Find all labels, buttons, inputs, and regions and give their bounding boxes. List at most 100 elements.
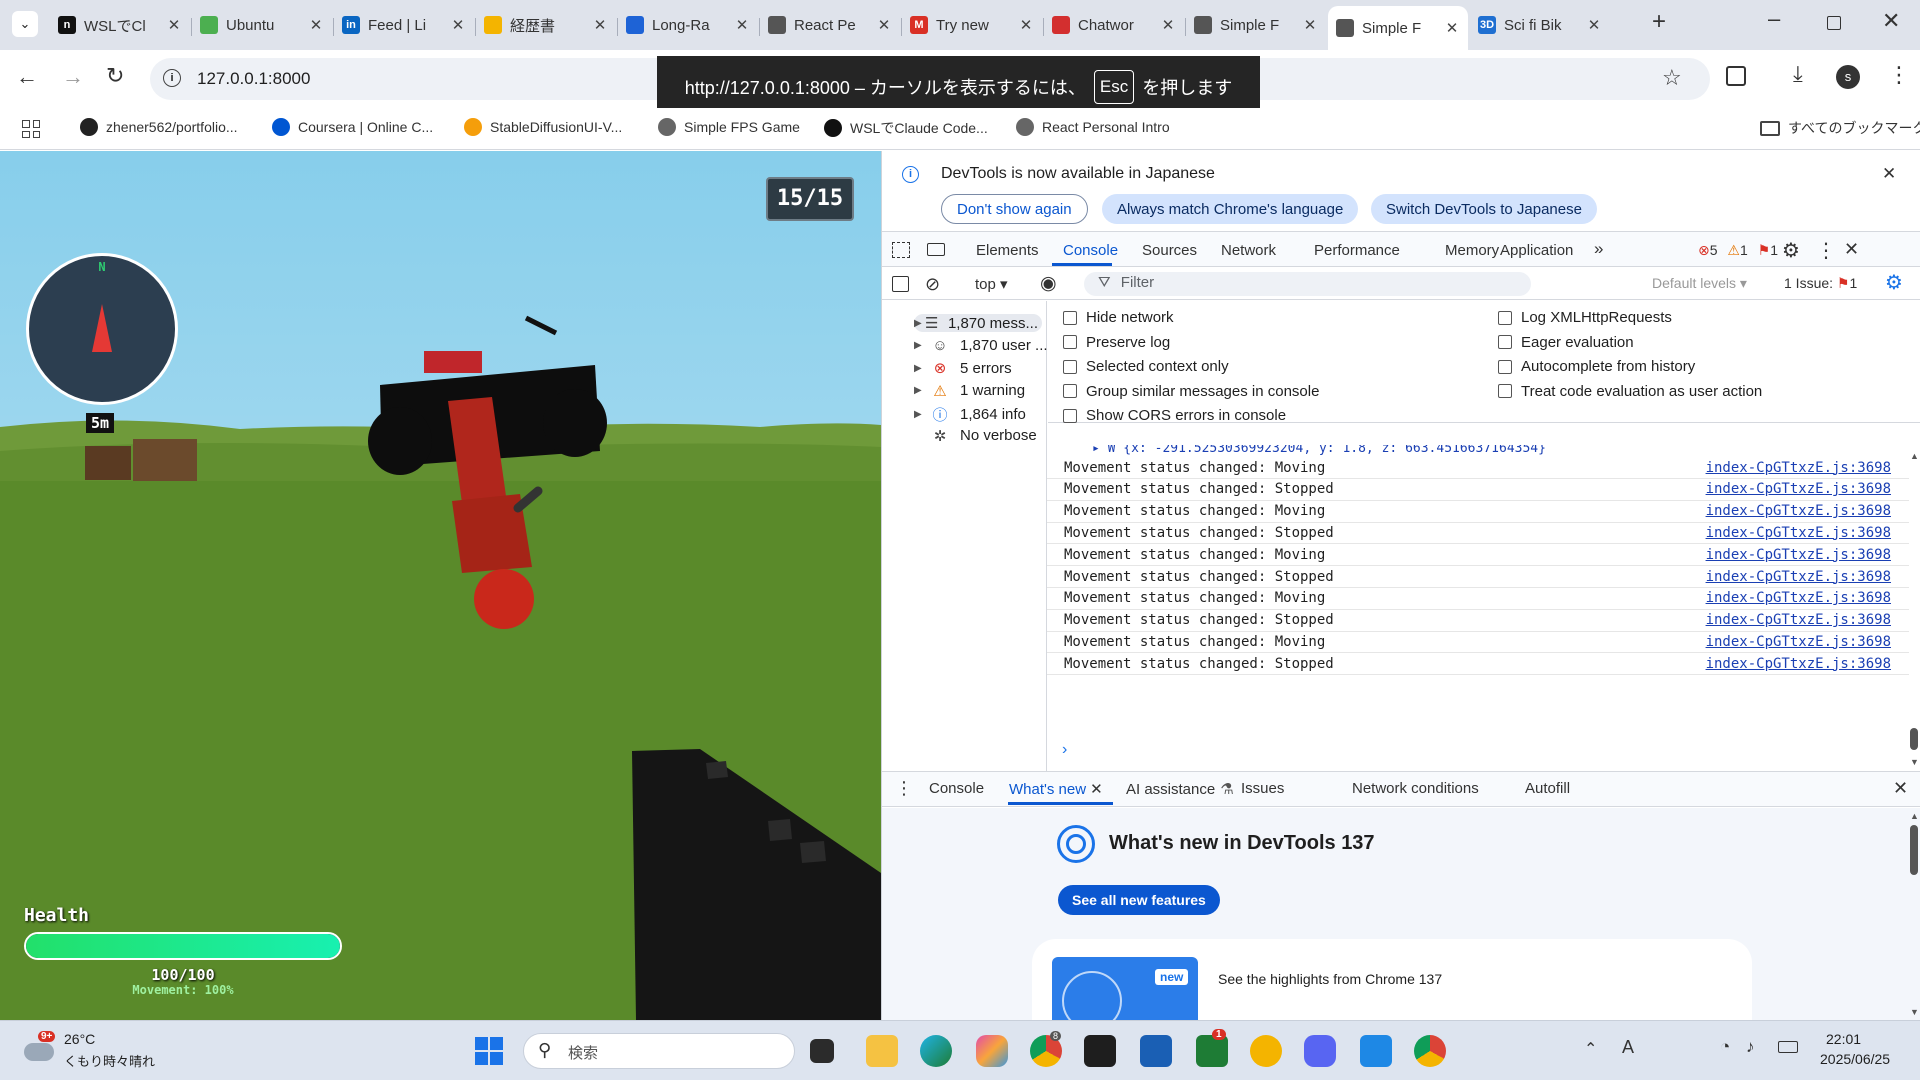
sidebar-toggle-icon[interactable] — [892, 276, 909, 292]
tab-close-icon[interactable]: ✕ — [1018, 16, 1034, 34]
checkbox-box[interactable] — [1063, 310, 1077, 325]
setting-checkbox[interactable]: Log XMLHttpRequests — [1498, 309, 1672, 326]
console-scrollbar[interactable]: ▲ ▼ — [1910, 451, 1919, 771]
devtools-tab-application[interactable]: Application — [1500, 242, 1573, 259]
console-sidebar-item[interactable]: ✲ No verbose — [914, 427, 1037, 445]
ime-icon[interactable]: A — [1622, 1037, 1634, 1058]
live-expression-eye-icon[interactable]: ◉ — [1040, 272, 1057, 295]
devtools-tab-performance[interactable]: Performance — [1314, 242, 1400, 259]
more-tabs-icon[interactable]: » — [1594, 239, 1603, 259]
devtools-menu-icon[interactable]: ⋮ — [1816, 238, 1836, 263]
console-sidebar-item[interactable]: ▶ ☺ 1,870 user ... — [914, 337, 1048, 354]
device-toolbar-icon[interactable] — [927, 243, 945, 256]
devtools-tab-sources[interactable]: Sources — [1142, 242, 1197, 259]
setting-checkbox[interactable]: Eager evaluation — [1498, 334, 1634, 351]
battery-icon[interactable] — [1778, 1041, 1798, 1053]
xbox-icon[interactable] — [1196, 1035, 1228, 1067]
weather-widget[interactable]: 9+ 26°C くもり時々晴れ — [20, 1029, 170, 1073]
edge-icon[interactable] — [920, 1035, 952, 1067]
bookmark-item[interactable]: zhener562/portfolio... — [80, 118, 238, 136]
setting-checkbox[interactable]: Show CORS errors in console — [1063, 407, 1286, 424]
browser-tab[interactable]: M Try new ✕ — [902, 8, 1042, 42]
devtools-tab-memory[interactable]: Memory — [1445, 242, 1499, 259]
game-viewport[interactable]: 15/15 N 5m Health 100/100 Movement: 100% — [0, 151, 881, 1020]
highlights-card[interactable]: new See the highlights from Chrome 137 — [1032, 939, 1752, 1020]
browser-tab[interactable]: n WSLでCl ✕ — [50, 8, 190, 42]
log-source-link[interactable]: index-CpGTtxzE.js:3698 — [1706, 547, 1891, 563]
console-sidebar-item[interactable]: ▶ ☰ 1,870 mess... — [914, 314, 1042, 332]
close-window-button[interactable]: ✕ — [1882, 8, 1900, 34]
console-sidebar-item[interactable]: ▶ ⊗ 5 errors — [914, 359, 1012, 378]
minimize-button[interactable]: – — [1768, 6, 1780, 32]
drawer-tab[interactable]: What's new ✕ — [1009, 780, 1103, 798]
tab-close-icon[interactable]: ✕ — [166, 16, 182, 34]
browser-tab[interactable]: React Pe ✕ — [760, 8, 900, 42]
setting-checkbox[interactable]: Autocomplete from history — [1498, 358, 1695, 375]
wifi-icon[interactable]: ◔ — [1720, 1037, 1730, 1057]
log-source-link[interactable]: index-CpGTtxzE.js:3698 — [1706, 612, 1891, 628]
drawer-tab[interactable]: Autofill — [1525, 780, 1570, 797]
browser-tab[interactable]: 3D Sci fi Bik ✕ — [1470, 8, 1610, 42]
checkbox-box[interactable] — [1498, 359, 1512, 374]
taskbar-search[interactable]: ⚲ 検索 — [523, 1033, 795, 1069]
switch-to-japanese-button[interactable]: Switch DevTools to Japanese — [1371, 194, 1597, 224]
browser-tab[interactable]: Long-Ra ✕ — [618, 8, 758, 42]
tab-close-icon[interactable]: ✕ — [876, 16, 892, 34]
log-source-link[interactable]: index-CpGTtxzE.js:3698 — [1706, 590, 1891, 606]
checkbox-box[interactable] — [1498, 335, 1512, 349]
checkbox-box[interactable] — [1498, 384, 1512, 398]
devtools-tab-elements[interactable]: Elements — [976, 242, 1039, 259]
terminal-icon[interactable] — [1084, 1035, 1116, 1067]
apps-grid-icon[interactable] — [22, 120, 40, 138]
show-hidden-icons[interactable]: ⌃ — [1584, 1039, 1597, 1059]
drawer-scrollbar[interactable]: ▲ ▼ — [1910, 811, 1919, 1019]
clear-console-icon[interactable]: ⊘ — [925, 274, 940, 295]
browser-tab[interactable]: Simple F ✕ — [1328, 6, 1468, 50]
close-devtools-icon[interactable]: ✕ — [1844, 239, 1859, 260]
setting-checkbox[interactable]: Hide network — [1063, 309, 1174, 326]
tab-search-button[interactable]: ⌄ — [12, 11, 38, 37]
vscode-icon[interactable] — [1360, 1035, 1392, 1067]
close-tab-icon[interactable]: ✕ — [1090, 781, 1103, 798]
drawer-tab[interactable]: Issues — [1241, 780, 1284, 797]
task-view-icon[interactable] — [810, 1039, 834, 1063]
console-sidebar-item[interactable]: ▶ ⓘ 1,864 info — [914, 404, 1026, 425]
close-drawer-icon[interactable]: ✕ — [1893, 778, 1908, 799]
chrome-menu-icon[interactable]: ⋮ — [1888, 62, 1910, 88]
browser-tab[interactable]: Simple F ✕ — [1186, 8, 1326, 42]
volume-icon[interactable]: ♪ — [1746, 1037, 1755, 1057]
tab-close-icon[interactable]: ✕ — [1444, 19, 1460, 37]
browser-tab[interactable]: 経歴書 ✕ — [476, 8, 616, 42]
bookmark-star-icon[interactable]: ☆ — [1662, 65, 1682, 91]
checkbox-box[interactable] — [1063, 384, 1077, 398]
forward-button[interactable]: → — [62, 64, 84, 90]
extensions-icon[interactable] — [1726, 66, 1746, 86]
console-settings-gear-icon[interactable]: ⚙ — [1885, 270, 1903, 295]
see-all-features-button[interactable]: See all new features — [1058, 885, 1220, 915]
setting-checkbox[interactable]: Selected context only — [1063, 358, 1229, 375]
store-icon[interactable] — [1140, 1035, 1172, 1067]
tab-close-icon[interactable]: ✕ — [1160, 16, 1176, 34]
log-source-link[interactable]: index-CpGTtxzE.js:3698 — [1706, 569, 1891, 585]
checkbox-box[interactable] — [1498, 310, 1512, 325]
tab-close-icon[interactable]: ✕ — [1302, 16, 1318, 34]
discord-icon[interactable] — [1304, 1035, 1336, 1067]
setting-checkbox[interactable]: Preserve log — [1063, 334, 1170, 351]
tab-close-icon[interactable]: ✕ — [450, 16, 466, 34]
bookmark-item[interactable]: Coursera | Online C... — [272, 118, 433, 136]
log-source-link[interactable]: index-CpGTtxzE.js:3698 — [1706, 656, 1891, 672]
reload-button[interactable]: ↻ — [106, 63, 124, 89]
devtools-tab-network[interactable]: Network — [1221, 242, 1276, 259]
devtools-tab-console[interactable]: Console — [1063, 242, 1118, 259]
dont-show-again-button[interactable]: Don't show again — [941, 194, 1088, 224]
norton-icon[interactable] — [1250, 1035, 1282, 1067]
bookmark-item[interactable]: React Personal Intro — [1016, 118, 1170, 136]
setting-checkbox[interactable]: Treat code evaluation as user action — [1498, 383, 1762, 400]
browser-tab[interactable]: Ubuntu ✕ — [192, 8, 332, 42]
checkbox-box[interactable] — [1063, 408, 1077, 423]
setting-checkbox[interactable]: Group similar messages in console — [1063, 383, 1319, 400]
console-sidebar-item[interactable]: ▶ ⚠ 1 warning — [914, 382, 1025, 400]
settings-gear-icon[interactable]: ⚙ — [1782, 238, 1800, 263]
always-match-language-button[interactable]: Always match Chrome's language — [1102, 194, 1359, 224]
drawer-menu-icon[interactable]: ⋮ — [895, 778, 913, 799]
